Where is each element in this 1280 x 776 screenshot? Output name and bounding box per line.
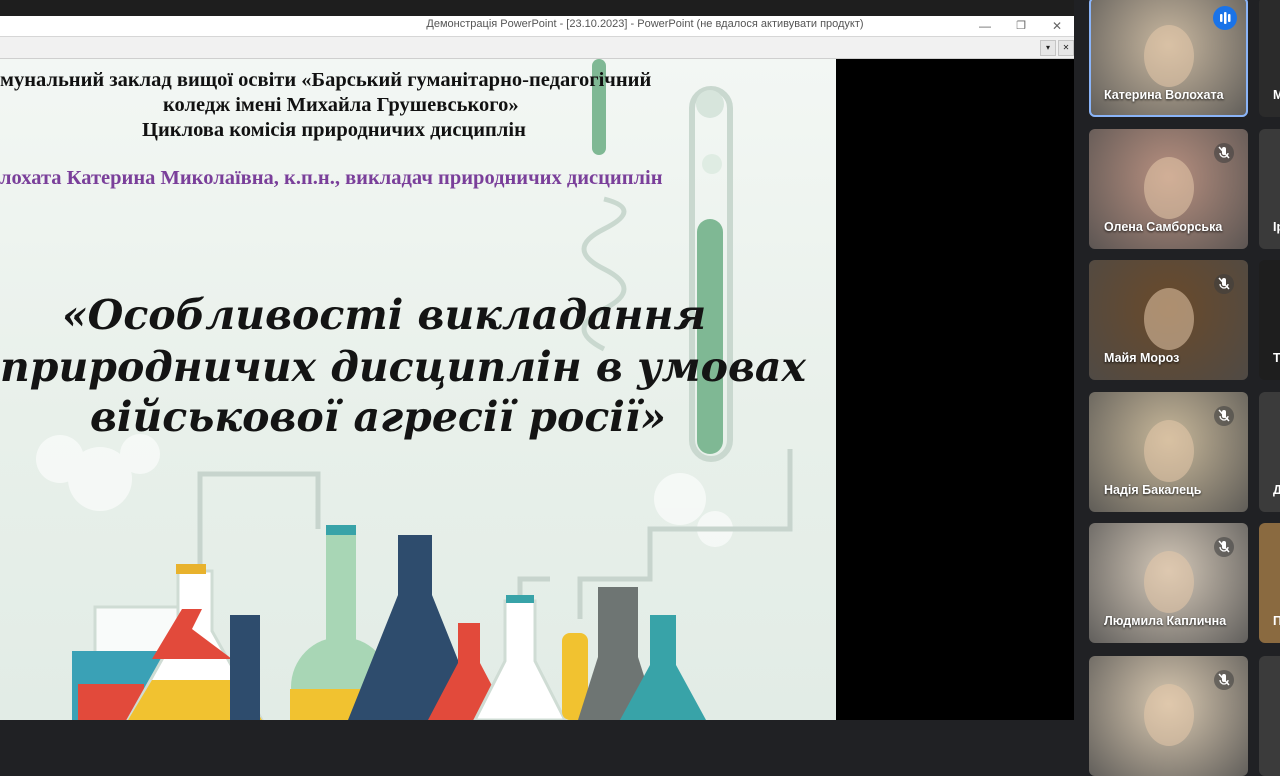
header-line-3: Циклова комісія природничих дисциплін: [142, 119, 526, 141]
participant-tile-partial[interactable]: [1259, 656, 1280, 776]
participant-name: Олена Самборська: [1104, 220, 1223, 234]
participant-name: П: [1273, 614, 1280, 628]
participant-tile[interactable]: Олена Самборська: [1089, 129, 1248, 249]
header-line-1: мунальний заклад вищої освіти «Барський …: [0, 69, 652, 91]
author-line: лохата Катерина Миколаївна, к.п.н., викл…: [0, 167, 663, 189]
participant-tile-partial[interactable]: П: [1259, 523, 1280, 643]
mic-off-icon: [1214, 406, 1234, 426]
participant-video: [1144, 288, 1194, 350]
participant-video: [1144, 551, 1194, 613]
close-button[interactable]: ✕: [1039, 16, 1075, 36]
participant-tile[interactable]: Надія Бакалець: [1089, 392, 1248, 512]
mic-off-icon: [1214, 274, 1234, 294]
participant-video: [1144, 420, 1194, 482]
slideshow-toolbar: ▾ ✕: [0, 37, 1074, 59]
participant-name: Т: [1273, 351, 1280, 365]
participant-video: [1144, 684, 1194, 746]
participant-name: М: [1273, 88, 1280, 102]
participant-tile-partial[interactable]: Д: [1259, 392, 1280, 512]
participant-tile-partial[interactable]: М: [1259, 0, 1280, 117]
participant-tile[interactable]: Людмила Каплична: [1089, 523, 1248, 643]
participant-name: Людмила Каплична: [1104, 614, 1227, 628]
participant-video: [1144, 25, 1194, 87]
participant-name: Катерина Волохата: [1104, 88, 1224, 102]
screen-share-area: Демонстрація PowerPoint - [23.10.2023] -…: [0, 0, 1074, 720]
dropdown-button[interactable]: ▾: [1040, 40, 1056, 56]
participant-video: [1144, 157, 1194, 219]
mic-off-icon: [1214, 143, 1234, 163]
participant-name: Майя Мороз: [1104, 351, 1180, 365]
participant-name: Надія Бакалець: [1104, 483, 1202, 497]
slide-canvas: мунальний заклад вищої освіти «Барський …: [0, 59, 836, 720]
mic-off-icon: [1214, 670, 1234, 690]
title-line-3: військової агресії росії»: [90, 393, 667, 441]
restore-button[interactable]: ❐: [1003, 16, 1039, 36]
participant-name: Д: [1273, 483, 1280, 497]
title-line-2: природничих дисциплін в умовах: [0, 343, 806, 391]
minimize-button[interactable]: —: [967, 16, 1003, 36]
participant-tile[interactable]: Катерина Волохата: [1089, 0, 1248, 117]
participant-tile-partial[interactable]: Ір: [1259, 129, 1280, 249]
powerpoint-titlebar: Демонстрація PowerPoint - [23.10.2023] -…: [0, 16, 1074, 37]
window-title: Демонстрація PowerPoint - [23.10.2023] -…: [426, 18, 864, 30]
header-line-2: коледж імені Михайла Грушевського»: [163, 94, 519, 116]
slide-letterbox: [836, 59, 1074, 720]
participant-name: Ір: [1273, 220, 1280, 234]
participant-tile-partial[interactable]: Т: [1259, 260, 1280, 380]
title-line-1: «Особливості викладання: [62, 291, 707, 339]
exit-slideshow-button[interactable]: ✕: [1058, 40, 1074, 56]
participant-tile[interactable]: [1089, 656, 1248, 776]
mic-off-icon: [1214, 537, 1234, 557]
speaking-icon: [1213, 6, 1237, 30]
participant-tile[interactable]: Майя Мороз: [1089, 260, 1248, 380]
